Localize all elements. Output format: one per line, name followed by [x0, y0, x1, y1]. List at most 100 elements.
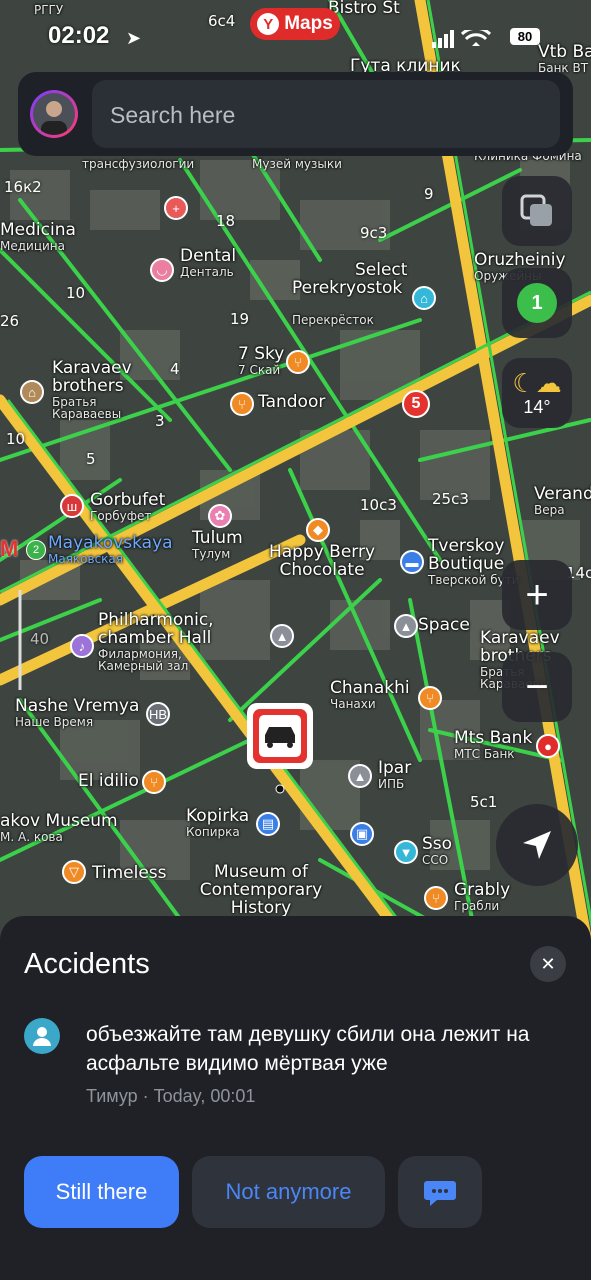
house-number: 5 [86, 450, 96, 468]
label-seven-sky[interactable]: 7 Sky 7 Скай [238, 345, 284, 376]
house-number: 26 [0, 312, 20, 330]
zoom-out-button[interactable]: − [502, 652, 572, 722]
close-button[interactable]: ✕ [530, 946, 566, 982]
label-museum-contemporary[interactable]: Museum of Contemporary History [196, 863, 326, 918]
label-philharmonic[interactable]: Philharmonic, chamber Hall Филармония, Ка… [98, 611, 228, 673]
still-there-button[interactable]: Still there [24, 1156, 179, 1228]
label-muzey-muzyki[interactable]: Музей музыки [252, 158, 342, 171]
flower-icon[interactable]: ✿ [208, 504, 232, 528]
zoom-in-button[interactable]: + [502, 560, 572, 630]
label-timeless[interactable]: Timeless [92, 864, 167, 883]
label-karavaev-brothers[interactable]: Karavaev brothers Братья Караваевы [52, 359, 162, 421]
shopping-basket-icon[interactable]: ⌂ [412, 286, 436, 310]
label-nashe-vremya[interactable]: Nashe Vremya Наше Время [15, 697, 139, 728]
avatar-photo [33, 93, 75, 135]
label-dental[interactable]: Dental Денталь [180, 247, 236, 278]
signal-wifi-icons [432, 30, 492, 48]
location-arrow-icon: ➤ [126, 28, 142, 48]
dessert-icon[interactable]: ◆ [306, 518, 330, 542]
house-number: 4 [170, 360, 180, 378]
weather-night-cloud-icon: ☾☁ [512, 367, 562, 398]
house-number: 10 [6, 430, 26, 448]
education-icon[interactable]: ▲ [270, 624, 294, 648]
label-select[interactable]: Select [355, 261, 407, 280]
restaurant-icon[interactable]: ⑂ [424, 886, 448, 910]
label-verand[interactable]: Verand Вера [534, 485, 591, 516]
comment-meta: Тимур · Today, 00:01 [86, 1086, 256, 1106]
plus-icon: + [525, 572, 549, 617]
not-anymore-button[interactable]: Not anymore [192, 1156, 385, 1228]
label-el-idilio[interactable]: El idilio [78, 772, 139, 791]
sheet-title: Accidents [24, 948, 150, 980]
label-mts-bank[interactable]: Mts Bank МТС Банк [454, 729, 532, 760]
cocktail-icon[interactable]: ▽ [62, 860, 86, 884]
restaurant-icon[interactable]: ⑂ [286, 350, 310, 374]
layers-button[interactable] [502, 176, 572, 246]
maps-app-badge[interactable]: Y Maps [250, 8, 340, 40]
label-gorbufet[interactable]: Gorbufet Горбуфет [90, 491, 165, 522]
briefcase-icon[interactable]: ▣ [350, 822, 374, 846]
house-number: 3 [155, 412, 165, 430]
battery-indicator: 80 [510, 28, 540, 45]
search-field[interactable] [92, 80, 560, 148]
traffic-level: 1 [517, 283, 557, 323]
house-number: 9с3 [360, 224, 388, 242]
food-icon[interactable]: ш [60, 494, 84, 518]
house-number: 19 [230, 310, 250, 328]
label-akov-museum[interactable]: akov Museum М. А. кова [0, 812, 118, 843]
label-happy-berry[interactable]: Happy Berry Chocolate [262, 543, 382, 580]
my-location-button[interactable] [496, 804, 578, 886]
label-grably[interactable]: Grably Грабли [454, 881, 510, 912]
house-number: 5с1 [470, 793, 498, 811]
user-avatar-icon [24, 1018, 60, 1054]
label-sso[interactable]: Sso ССО [422, 835, 452, 866]
restaurant-icon[interactable]: ⑂ [418, 686, 442, 710]
restaurant-icon[interactable]: ⑂ [142, 770, 166, 794]
label-chanakhi[interactable]: Chanakhi Чанахи [330, 679, 410, 710]
house-number: 16к2 [4, 178, 42, 196]
label-ipar[interactable]: Ipar ИПБ [378, 759, 411, 790]
house-number: 10с3 [360, 496, 397, 514]
label-mayakovskaya[interactable]: Mayakovskaya Маяковская [48, 534, 173, 565]
accident-comment: объезжайте там девушку сбили она лежит н… [86, 1023, 530, 1075]
scale-value: 40 [30, 630, 50, 648]
navigation-arrow-icon [523, 831, 551, 859]
house-number: 10 [66, 284, 86, 302]
weather-button[interactable]: ☾☁ 14° [502, 358, 572, 428]
label-perekryostok[interactable]: Perekryostok Перекрёсток [292, 279, 402, 326]
hospital-icon[interactable]: + [164, 196, 188, 220]
label-tulum[interactable]: Tulum Тулум [192, 529, 243, 560]
accident-sheet: Accidents ✕ объезжайте там девушку сбили… [0, 916, 591, 1280]
label-kopirka[interactable]: Kopirka Копирка [186, 807, 249, 838]
status-time: 02:02 [48, 22, 110, 49]
education-icon[interactable]: ▲ [394, 614, 418, 638]
museum-icon[interactable]: ⌂ [20, 380, 44, 404]
house-number: 18 [216, 212, 236, 230]
metro-line-badge: 2 [26, 540, 46, 560]
clothing-icon[interactable]: ▼ [394, 840, 418, 864]
metro-icon[interactable]: M [0, 536, 18, 562]
close-icon: ✕ [540, 953, 556, 974]
music-icon[interactable]: ♪ [70, 634, 94, 658]
comment-button[interactable] [398, 1156, 482, 1228]
search-bar [18, 72, 573, 156]
label-medicina[interactable]: Medicina Медицина [0, 221, 76, 252]
label-space[interactable]: Space [418, 616, 470, 635]
label-tandoor[interactable]: Tandoor [258, 393, 325, 412]
hotel-icon[interactable]: ▬ [400, 550, 424, 574]
education-icon[interactable]: ▲ [348, 764, 372, 788]
avatar[interactable] [30, 90, 78, 138]
printer-icon[interactable]: ▤ [256, 812, 280, 836]
tooth-icon[interactable]: ◡ [150, 258, 174, 282]
traffic-button[interactable]: 1 [502, 268, 572, 338]
mts-egg-icon[interactable]: ● [536, 734, 560, 758]
layers-icon [520, 194, 552, 226]
restaurant-icon[interactable]: ⑂ [230, 392, 254, 416]
route-badge-icon[interactable]: 5 [402, 390, 430, 418]
status-bar: 02:02 ➤ Y Maps 80 [0, 0, 591, 70]
search-input[interactable] [108, 98, 532, 132]
label-transfuziologii: трансфузиологии [82, 157, 195, 171]
chat-bubble-icon [424, 1181, 456, 1206]
yandex-logo-icon: Y [257, 13, 280, 35]
hb-badge-icon[interactable]: НВ [146, 702, 170, 726]
